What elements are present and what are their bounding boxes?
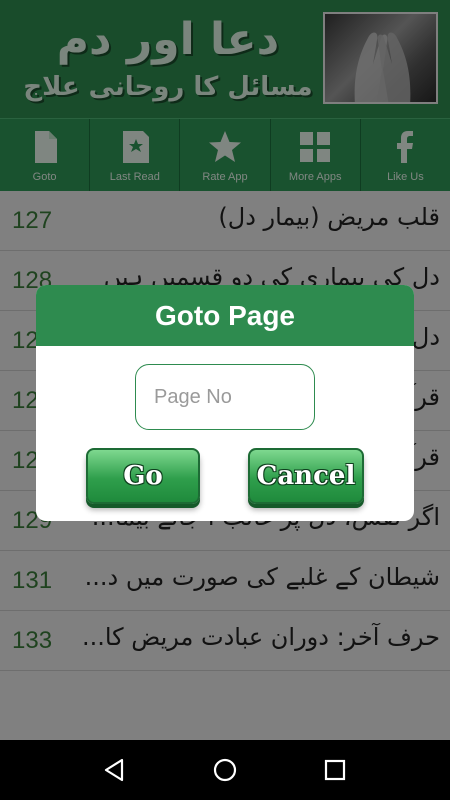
system-nav-bar	[0, 740, 450, 800]
back-icon[interactable]	[102, 757, 128, 783]
dialog-title: Goto Page	[154, 299, 295, 331]
recents-icon[interactable]	[322, 757, 348, 783]
page-number-input[interactable]	[135, 364, 315, 430]
go-button[interactable]: Go	[86, 448, 200, 504]
goto-page-dialog: Goto Page Go Cancel	[36, 285, 414, 521]
home-icon[interactable]	[212, 757, 238, 783]
dialog-header: Goto Page	[36, 285, 414, 346]
cancel-button[interactable]: Cancel	[248, 448, 364, 504]
